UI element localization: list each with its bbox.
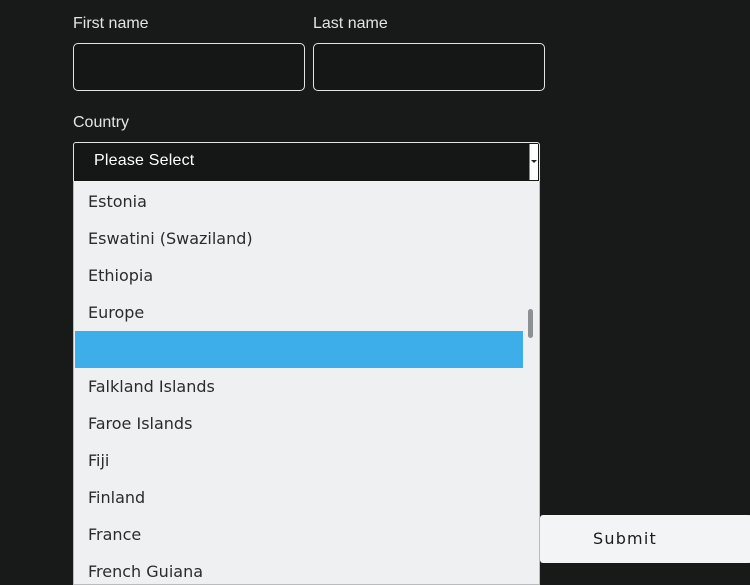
submit-button-label: Submit — [593, 529, 657, 548]
list-item-highlighted[interactable] — [75, 331, 523, 368]
list-item[interactable]: Europe — [75, 294, 523, 331]
list-item[interactable]: Faroe Islands — [75, 405, 523, 442]
last-name-input[interactable] — [313, 43, 545, 91]
first-name-label: First name — [73, 15, 149, 32]
scrollbar-thumb[interactable] — [528, 309, 533, 338]
country-select-value: Please Select — [94, 152, 195, 169]
list-item[interactable]: Ethiopia — [75, 257, 523, 294]
country-select[interactable]: Please Select — [73, 142, 540, 182]
submit-button[interactable]: Submit — [540, 515, 750, 563]
last-name-label: Last name — [313, 15, 388, 32]
first-name-input[interactable] — [73, 43, 305, 91]
dropdown-scrollbar[interactable] — [524, 181, 538, 584]
country-dropdown-list[interactable]: Estonia Eswatini (Swaziland) Ethiopia Eu… — [73, 181, 540, 585]
list-item[interactable]: French Guiana — [75, 553, 523, 584]
chevron-down-icon — [531, 160, 537, 163]
list-item[interactable]: Estonia — [75, 183, 523, 220]
list-item[interactable]: Eswatini (Swaziland) — [75, 220, 523, 257]
list-item[interactable]: Finland — [75, 479, 523, 516]
dropdown-arrow-button[interactable] — [529, 144, 538, 180]
list-item[interactable]: France — [75, 516, 523, 553]
country-label: Country — [73, 114, 130, 131]
list-item[interactable]: Falkland Islands — [75, 368, 523, 405]
list-item[interactable]: Fiji — [75, 442, 523, 479]
